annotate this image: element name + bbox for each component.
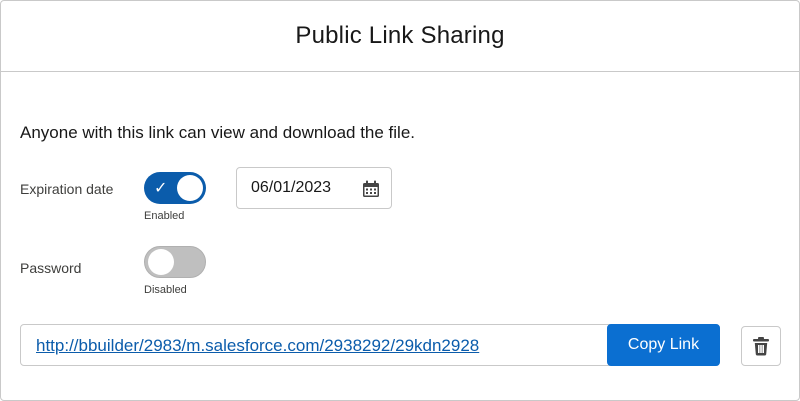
checkmark-icon: ✓ xyxy=(154,178,168,197)
public-link-field: http://bbuilder/2983/m.salesforce.com/29… xyxy=(20,324,720,366)
dialog-header: Public Link Sharing xyxy=(1,1,799,72)
dialog-description: Anyone with this link can view and downl… xyxy=(20,123,416,142)
expiration-date-toggle[interactable]: ✓ xyxy=(144,172,206,204)
delete-link-button[interactable] xyxy=(741,326,781,366)
copy-link-button[interactable]: Copy Link xyxy=(607,324,720,366)
public-link-sharing-dialog: Public Link Sharing Anyone with this lin… xyxy=(0,0,800,401)
toggle-knob xyxy=(148,249,174,275)
expiration-date-value: 06/01/2023 xyxy=(251,179,332,196)
calendar-icon[interactable] xyxy=(361,179,381,199)
password-label: Password xyxy=(20,260,82,276)
password-toggle[interactable] xyxy=(144,246,206,278)
dialog-title: Public Link Sharing xyxy=(295,22,505,49)
expiration-toggle-status: Enabled xyxy=(144,210,185,222)
public-link-url[interactable]: http://bbuilder/2983/m.salesforce.com/29… xyxy=(36,336,479,356)
expiration-date-input[interactable]: 06/01/2023 xyxy=(236,167,392,209)
password-toggle-status: Disabled xyxy=(144,284,187,296)
toggle-knob xyxy=(177,175,203,201)
expiration-date-label: Expiration date xyxy=(20,181,114,197)
trash-icon xyxy=(753,337,769,356)
